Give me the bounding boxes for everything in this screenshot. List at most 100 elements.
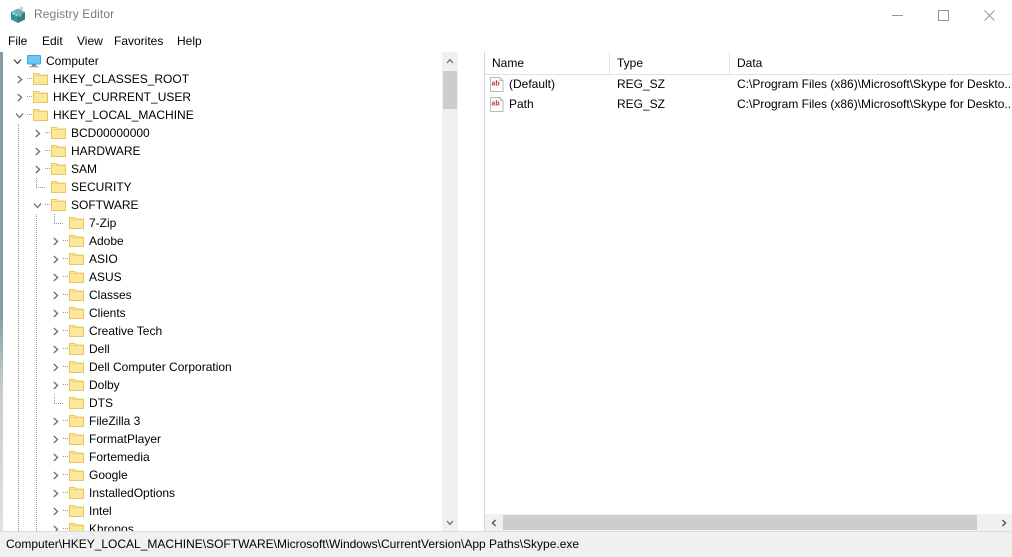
menu-favorites[interactable]: Favorites — [108, 33, 169, 50]
value-row[interactable]: ab (Default) REG_SZ C:\Program Files (x86)\… — [485, 74, 1012, 94]
tree-item[interactable]: FileZilla 3 — [3, 412, 458, 430]
tree-expand-chevron-icon[interactable] — [47, 412, 63, 430]
tree-item[interactable]: HKEY_LOCAL_MACHINE — [3, 106, 458, 124]
tree-guide-line — [18, 484, 19, 502]
list-scroll-right-button[interactable] — [995, 514, 1012, 531]
string-value-icon: ab — [490, 97, 504, 112]
list-scrollbar-thumb[interactable] — [503, 515, 977, 530]
value-row[interactable]: ab Path REG_SZ C:\Program Files (x86)\Micro… — [485, 94, 1012, 114]
menu-view[interactable]: View — [71, 33, 109, 50]
tree-item[interactable]: InstalledOptions — [3, 484, 458, 502]
list-header: Name Type Data — [485, 52, 1012, 75]
column-header-name[interactable]: Name — [485, 52, 610, 74]
tree-item-label: Adobe — [89, 234, 124, 248]
tree-expand-chevron-icon[interactable] — [47, 484, 63, 502]
tree-scroll-up-button[interactable] — [442, 52, 458, 69]
chevron-down-icon — [446, 520, 454, 525]
tree-expand-chevron-icon[interactable] — [47, 448, 63, 466]
tree-guide-line — [18, 430, 19, 448]
tree-expand-chevron-icon[interactable] — [47, 250, 63, 268]
tree-item[interactable]: DTS — [3, 394, 458, 412]
folder-icon — [33, 72, 48, 86]
list-horizontal-scrollbar[interactable] — [485, 513, 1012, 531]
tree-item[interactable]: SOFTWARE — [3, 196, 458, 214]
tree-expand-chevron-icon[interactable] — [29, 124, 45, 142]
folder-icon — [69, 468, 84, 482]
tree-item[interactable]: Fortemedia — [3, 448, 458, 466]
minimize-button[interactable] — [874, 0, 920, 31]
tree-expand-chevron-icon[interactable] — [47, 376, 63, 394]
tree-item[interactable]: HKEY_CURRENT_USER — [3, 88, 458, 106]
tree-item-label: BCD00000000 — [71, 126, 150, 140]
tree-collapse-chevron-icon[interactable] — [11, 106, 27, 124]
tree-item[interactable]: Adobe — [3, 232, 458, 250]
tree-item[interactable]: ASUS — [3, 268, 458, 286]
registry-tree-pane[interactable]: Computer HKEY_CLASSES_ROOT HKEY_CURRENT_US… — [3, 52, 458, 531]
tree-item[interactable]: SAM — [3, 160, 458, 178]
tree-item[interactable]: Dolby — [3, 376, 458, 394]
folder-icon — [51, 144, 66, 158]
tree-item[interactable]: BCD00000000 — [3, 124, 458, 142]
tree-item[interactable]: 7-Zip — [3, 214, 458, 232]
tree-item[interactable]: Dell Computer Corporation — [3, 358, 458, 376]
tree-item-label: InstalledOptions — [89, 486, 176, 500]
tree-guide-line — [18, 340, 19, 358]
tree-expand-chevron-icon[interactable] — [29, 160, 45, 178]
tree-guide-line — [36, 304, 37, 322]
menu-edit[interactable]: Edit — [36, 33, 69, 50]
tree-item[interactable]: Creative Tech — [3, 322, 458, 340]
tree-scrollbar-thumb[interactable] — [443, 71, 457, 109]
folder-icon — [69, 216, 84, 230]
tree-expand-chevron-icon[interactable] — [47, 286, 63, 304]
tree-collapse-chevron-icon[interactable] — [9, 52, 25, 70]
column-header-type[interactable]: Type — [610, 52, 730, 74]
tree-expand-chevron-icon[interactable] — [11, 70, 27, 88]
menu-help[interactable]: Help — [171, 33, 208, 50]
tree-item[interactable]: Intel — [3, 502, 458, 520]
folder-icon — [69, 234, 84, 248]
folder-icon — [69, 360, 84, 374]
tree-item[interactable]: SECURITY — [3, 178, 458, 196]
tree-expand-chevron-icon[interactable] — [47, 466, 63, 484]
value-cell-type: REG_SZ — [617, 77, 666, 91]
value-cell-type: REG_SZ — [617, 97, 666, 111]
tree-expand-chevron-icon[interactable] — [11, 88, 27, 106]
tree-expand-chevron-icon[interactable] — [47, 304, 63, 322]
tree-item[interactable]: Khronos — [3, 520, 458, 531]
list-scroll-left-button[interactable] — [485, 514, 502, 531]
tree-item[interactable]: HKEY_CLASSES_ROOT — [3, 70, 458, 88]
tree-expand-chevron-icon[interactable] — [29, 142, 45, 160]
tree-guide-elbow — [47, 394, 63, 412]
column-header-data[interactable]: Data — [730, 52, 1012, 74]
tree-item[interactable]: HARDWARE — [3, 142, 458, 160]
tree-item[interactable]: FormatPlayer — [3, 430, 458, 448]
tree-item-label: Dolby — [89, 378, 120, 392]
tree-expand-chevron-icon[interactable] — [47, 340, 63, 358]
tree-vertical-scrollbar[interactable] — [441, 52, 458, 531]
tree-item[interactable]: Classes — [3, 286, 458, 304]
tree-expand-chevron-icon[interactable] — [47, 232, 63, 250]
tree-item-label: ASIO — [89, 252, 118, 266]
tree-expand-chevron-icon[interactable] — [47, 322, 63, 340]
tree-scroll-down-button[interactable] — [442, 514, 458, 531]
tree-item-label: Computer — [46, 54, 99, 68]
tree-expand-chevron-icon[interactable] — [47, 268, 63, 286]
value-cell-data: C:\Program Files (x86)\Microsoft\Skype f… — [737, 77, 1012, 91]
tree-collapse-chevron-icon[interactable] — [29, 196, 45, 214]
tree-expand-chevron-icon[interactable] — [47, 520, 63, 531]
tree-item[interactable]: Google — [3, 466, 458, 484]
folder-icon — [69, 486, 84, 500]
tree-item[interactable]: Clients — [3, 304, 458, 322]
maximize-button[interactable] — [920, 0, 966, 31]
menu-file[interactable]: File — [2, 33, 33, 50]
tree-guide-line — [36, 376, 37, 394]
tree-expand-chevron-icon[interactable] — [47, 430, 63, 448]
tree-item[interactable]: Dell — [3, 340, 458, 358]
tree-item[interactable]: Computer — [3, 52, 458, 70]
registry-values-pane[interactable]: Name Type Data ab (Default) REG_SZ C:\Progr… — [484, 52, 1012, 531]
tree-item[interactable]: ASIO — [3, 250, 458, 268]
tree-expand-chevron-icon[interactable] — [47, 358, 63, 376]
tree-guide-line — [18, 124, 19, 142]
close-button[interactable] — [966, 0, 1012, 31]
tree-expand-chevron-icon[interactable] — [47, 502, 63, 520]
